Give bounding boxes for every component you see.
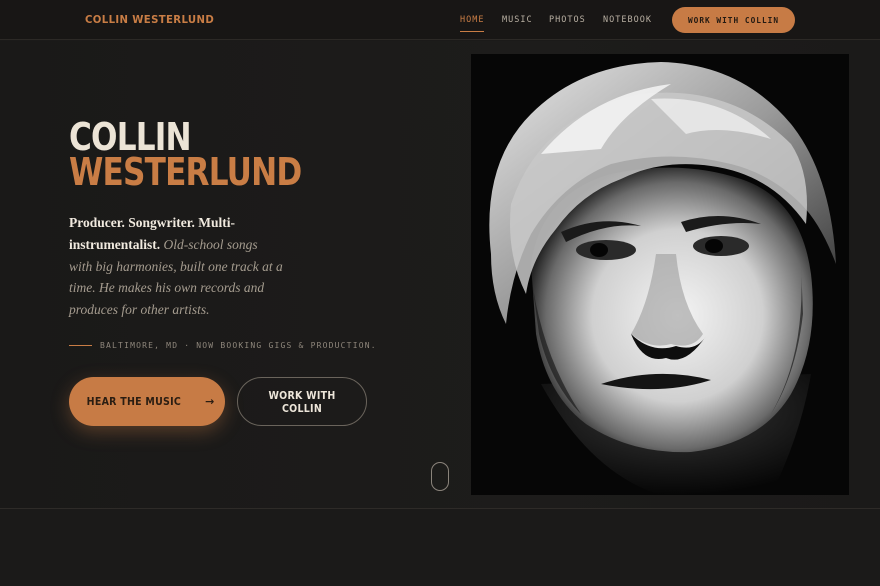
location-divider — [69, 345, 92, 346]
hear-the-music-button[interactable]: HEAR THE MUSIC → — [69, 377, 225, 426]
scroll-mouse-icon[interactable] — [431, 462, 449, 491]
nav-notebook[interactable]: NOTEBOOK — [603, 15, 652, 25]
hero-title-last-name: WESTERLUND — [69, 150, 302, 194]
location-text: BALTIMORE, MD · NOW BOOKING GIGS & PRODU… — [100, 341, 377, 350]
top-navigation-bar: COLLIN WESTERLUND HOME MUSIC PHOTOS NOTE… — [0, 0, 880, 40]
work-with-collin-nav-button[interactable]: WORK WITH COLLIN — [672, 7, 795, 33]
portrait-illustration — [471, 54, 849, 495]
hero-description: Producer. Songwriter. Multi-instrumental… — [69, 212, 284, 321]
work-with-collin-button[interactable]: WORK WITH COLLIN — [237, 377, 367, 426]
work-with-collin-label: WORK WITH COLLIN — [268, 388, 336, 415]
nav-music[interactable]: MUSIC — [502, 15, 533, 25]
arrow-right-icon: → — [205, 395, 215, 408]
hear-the-music-label: HEAR THE MUSIC — [87, 395, 182, 408]
artist-portrait-image — [471, 54, 849, 495]
hero-title: COLLIN WESTERLUND — [69, 118, 302, 194]
nav-photos[interactable]: PHOTOS — [549, 15, 586, 25]
nav-home[interactable]: HOME — [460, 15, 485, 32]
brand-logo[interactable]: COLLIN WESTERLUND — [85, 13, 214, 26]
